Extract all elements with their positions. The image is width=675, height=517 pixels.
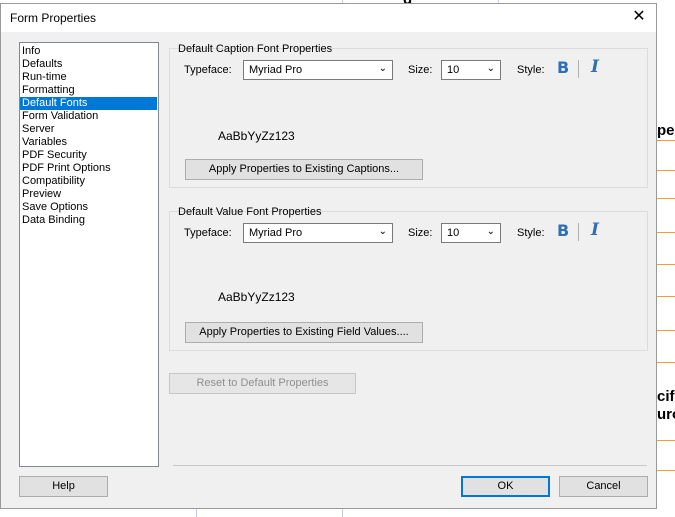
ok-button[interactable]: OK [461,476,550,497]
footer-divider [173,465,647,466]
chevron-down-icon: ⌄ [378,226,387,237]
italic-icon[interactable]: I [591,220,599,240]
style-separator [578,223,579,241]
bold-icon[interactable]: B [557,221,569,240]
category-list[interactable]: Info Defaults Run-time Formatting Defaul… [19,42,159,467]
category-item-data-binding[interactable]: Data Binding [20,214,157,227]
category-item-compatibility[interactable]: Compatibility [20,175,157,188]
bg-fragment: uro [657,406,675,423]
reset-defaults-button[interactable]: Reset to Default Properties [169,373,356,394]
value-typeface-label: Typeface: [184,227,232,239]
caption-font-group: Default Caption Font Properties Typeface… [169,43,648,188]
caption-size-label: Size: [408,64,433,76]
help-button[interactable]: Help [19,476,108,497]
bg-fragment: pe [657,122,675,139]
form-properties-dialog: Form Properties ✕ Info Defaults Run-time… [0,3,657,509]
bold-icon[interactable]: B [557,58,569,77]
caption-typeface-label: Typeface: [184,64,232,76]
dialog-title: Form Properties [10,11,97,25]
chevron-down-icon: ⌄ [378,63,387,74]
bg-line [657,232,675,233]
caption-group-title: Default Caption Font Properties [178,43,333,55]
bg-line [657,198,675,199]
apply-to-captions-button[interactable]: Apply Properties to Existing Captions... [185,159,423,180]
bg-line [657,264,675,265]
close-icon[interactable]: ✕ [630,8,648,26]
caption-font-sample: AaBbYyZz123 [218,129,295,143]
category-item-defaults[interactable]: Defaults [20,58,157,71]
bg-line [657,470,675,471]
style-separator [578,60,579,78]
category-item-variables[interactable]: Variables [20,136,157,149]
caption-style-label: Style: [517,64,545,76]
value-typeface-value: Myriad Pro [249,227,303,239]
value-size-label: Size: [408,227,433,239]
chevron-down-icon: ⌄ [486,63,495,74]
category-item-server[interactable]: Server [20,123,157,136]
value-typeface-select[interactable]: Myriad Pro ⌄ [243,223,393,243]
caption-size-value: 10 [447,64,460,76]
bg-line [657,362,675,363]
value-size-select[interactable]: 10 ⌄ [441,223,501,243]
category-item-info[interactable]: Info [20,45,157,58]
value-style-label: Style: [517,227,545,239]
value-font-sample: AaBbYyZz123 [218,290,295,304]
value-group-title: Default Value Font Properties [178,206,322,218]
category-item-preview[interactable]: Preview [20,188,157,201]
bg-fragment: cifi [657,388,675,405]
bg-line [342,509,343,517]
bg-line [196,509,197,517]
caption-typeface-value: Myriad Pro [249,64,303,76]
value-font-group: Default Value Font Properties Typeface: … [169,206,648,351]
category-item-default-fonts[interactable]: Default Fonts [20,97,157,110]
apply-to-field-values-button[interactable]: Apply Properties to Existing Field Value… [185,322,423,343]
title-bar: Form Properties ✕ [1,4,656,32]
bg-line [657,296,675,297]
bg-line [657,140,675,141]
caption-typeface-select[interactable]: Myriad Pro ⌄ [243,60,393,80]
bg-line [657,330,675,331]
chevron-down-icon: ⌄ [486,226,495,237]
category-item-form-validation[interactable]: Form Validation [20,110,157,123]
value-size-value: 10 [447,227,460,239]
caption-size-select[interactable]: 10 ⌄ [441,60,501,80]
bg-line [657,440,675,441]
bg-line [657,170,675,171]
cancel-button[interactable]: Cancel [559,476,648,497]
category-item-pdf-security[interactable]: PDF Security [20,149,157,162]
category-item-save-options[interactable]: Save Options [20,201,157,214]
italic-icon[interactable]: I [591,57,599,77]
category-item-pdf-print-options[interactable]: PDF Print Options [20,162,157,175]
category-item-run-time[interactable]: Run-time [20,71,157,84]
category-item-formatting[interactable]: Formatting [20,84,157,97]
